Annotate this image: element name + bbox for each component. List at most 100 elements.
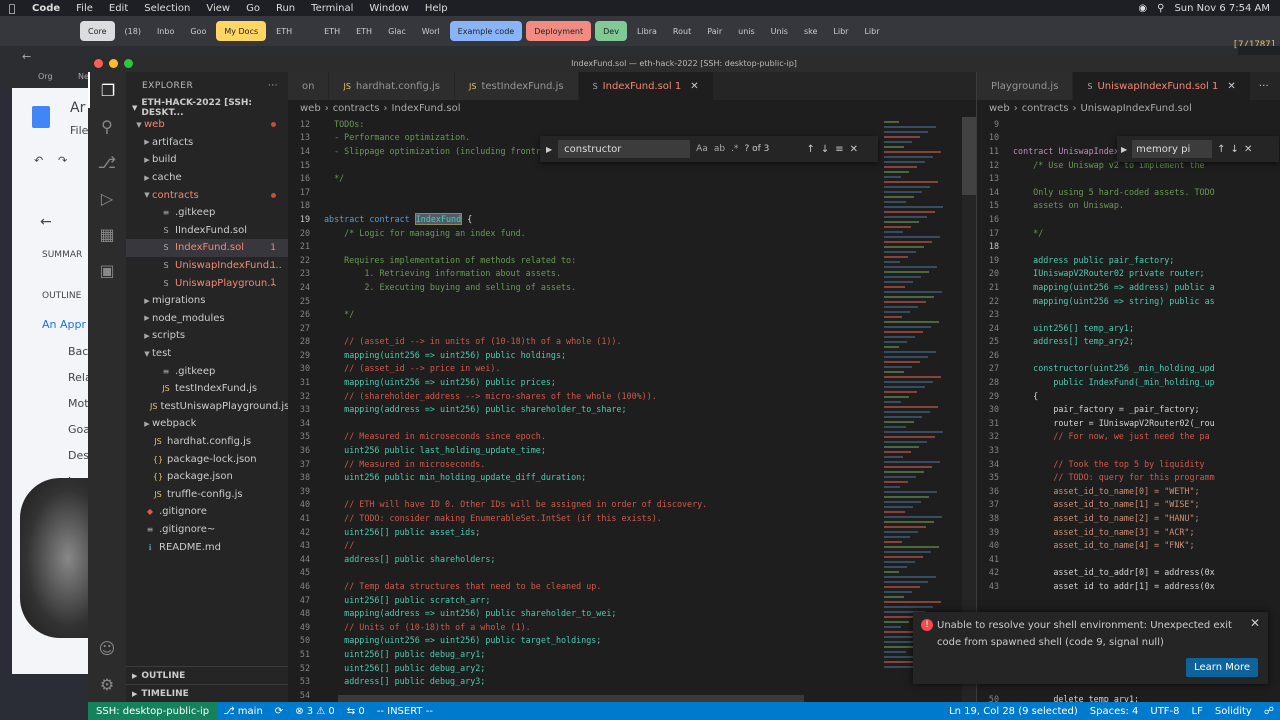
bookmark-org[interactable]: Org [38,72,53,81]
browser-tab[interactable]: Inbo [151,21,180,41]
git-branch[interactable]: ⎇ main [217,706,269,717]
source-control-icon[interactable]: ⎇ [88,144,126,180]
tree-item[interactable]: ▶ node_modules [126,310,288,328]
editor-tab[interactable]: S IndexFund.sol 1 ✕ [578,72,714,100]
tree-item[interactable]: S UniswapIndexFund.... 1 [126,257,288,275]
tree-item[interactable]: {} package-lock.json [126,450,288,468]
tree-item[interactable]: JS testIndexFund.js [126,380,288,398]
browser-tab[interactable]: Worl [416,21,446,41]
account-icon[interactable]: ☺ [88,630,126,666]
next-match-icon[interactable]: ↓ [1231,144,1239,155]
tree-item[interactable]: {} package.json [126,468,288,486]
maximize-window-icon[interactable] [124,59,133,68]
tree-item[interactable]: S IndexFund.sol 1 [126,239,288,257]
sync-icon[interactable]: ⟳ [269,706,289,717]
close-notification-icon[interactable]: ✕ [1250,616,1260,630]
browser-tab[interactable]: ETH [318,21,346,41]
doc-file-menu[interactable]: File [70,124,88,137]
browser-tab[interactable]: Unis [765,21,794,41]
tree-item[interactable]: ▶ migrations [126,292,288,310]
toggle-replace-icon[interactable]: ▶ [546,145,552,154]
tab-group-label[interactable]: Example code [449,21,523,41]
tree-item[interactable]: ▶ webpack [126,415,288,433]
editor-tab[interactable]: Playground.js [977,72,1074,100]
tree-item[interactable]: ▶ artifacts [126,134,288,152]
extensions-icon[interactable]: ▦ [88,216,126,252]
tree-item[interactable]: ▼ web [126,116,288,134]
breadcrumb-item[interactable]: web [989,103,1010,114]
clock[interactable]: Sun Nov 6 7:54 AM [1174,3,1270,14]
back-arrow-icon[interactable]: ← [40,214,52,230]
ports-indicator[interactable]: ⇆ 0 [341,706,371,717]
menu-view[interactable]: View [198,3,238,14]
horizontal-scrollbar[interactable] [338,695,804,702]
tree-item[interactable]: ▼ test [126,345,288,363]
search-icon[interactable]: ⚲ [88,108,126,144]
workspace-root[interactable]: ▼ ETH-HACK-2022 [SSH: DESKT... [126,98,288,118]
app-menu[interactable]: Code [24,3,68,14]
close-tab-icon[interactable]: ✕ [690,81,698,92]
editor-tab[interactable]: S UniswapIndexFund.sol 1 ✕ [1073,72,1251,100]
tree-item[interactable]: ≡ .gitkeep [126,204,288,222]
breadcrumb-item[interactable]: UniswapIndexFund.sol [1080,103,1191,114]
remote-explorer-icon[interactable]: ▣ [88,252,126,288]
browser-tab[interactable]: Glac [382,21,412,41]
find-in-selection-icon[interactable]: ≡ [835,144,843,155]
code-editor-right[interactable]: 9 10 11 contract UniswapIndexFund is IndexF… [977,117,1280,593]
previous-match-icon[interactable]: ↑ [806,144,814,155]
tree-item[interactable]: ▶ build [126,151,288,169]
find-input-right[interactable]: memory pi [1132,140,1213,158]
problems-indicator[interactable]: ⊗ 3 ⚠ 0 [289,706,341,717]
tab-group-label[interactable]: Deployment [526,21,592,41]
doc-outline-heading[interactable]: An Appr [42,318,86,331]
back-icon[interactable]: ← [22,50,31,63]
breadcrumb-item[interactable]: IndexFund.sol [391,103,460,114]
menu-help[interactable]: Help [417,3,456,14]
tree-item[interactable]: S UniswapPlaygroun... 1 [126,274,288,292]
tab-group-label[interactable]: Dev [595,21,627,41]
run-debug-icon[interactable]: ▷ [88,180,126,216]
browser-tab[interactable]: ETH [270,21,298,41]
browser-tab[interactable]: unis [732,21,761,41]
tab-group-label[interactable]: Core [80,21,115,41]
menu-terminal[interactable]: Terminal [303,3,361,14]
close-find-icon[interactable]: ✕ [850,144,858,155]
regex-toggle[interactable]: .* [731,144,738,154]
indentation[interactable]: Spaces: 4 [1084,706,1145,717]
find-input[interactable]: constructor [558,140,691,158]
editor-actions-icon[interactable]: … [1251,72,1277,100]
tree-item[interactable]: ▶ cache [126,169,288,187]
tree-item[interactable]: JS hardhat.config.js [126,433,288,451]
browser-tab[interactable] [302,21,314,41]
browser-tab[interactable]: ETH [350,21,378,41]
browser-tab[interactable]: ske [798,21,823,41]
end-of-line[interactable]: LF [1186,706,1209,717]
tree-item[interactable]: JS testUniswapPlayground.js [126,398,288,416]
apple-icon[interactable]:  [0,2,24,15]
learn-more-button[interactable]: Learn More [1186,658,1258,677]
minimize-window-icon[interactable] [109,59,118,68]
editor-tab[interactable]: JS hardhat.config.js [329,72,455,100]
next-match-icon[interactable]: ↓ [821,144,829,155]
breadcrumb-item[interactable]: web [300,103,321,114]
menu-go[interactable]: Go [238,3,268,14]
editor-tab[interactable]: on [288,72,330,100]
tree-item[interactable]: ≡ .gitignore~ [126,521,288,539]
tree-item[interactable]: S IIndexFund.sol [126,222,288,240]
tree-item[interactable]: ◆ .gitignore [126,503,288,521]
browser-tab[interactable]: Libr [858,21,885,41]
breadcrumb-item[interactable]: contracts [1022,103,1069,114]
close-window-icon[interactable] [94,59,103,68]
browser-tab[interactable]: Goo [184,21,212,41]
undo-icon[interactable]: ↶ [34,154,43,167]
browser-tab[interactable]: Libra [631,21,663,41]
tab-group-label[interactable]: My Docs [216,21,267,41]
tree-item[interactable]: ≡ .gitkeep [126,362,288,380]
editor-tab[interactable]: JS testIndexFund.js [455,72,579,100]
breadcrumb-item[interactable]: contracts [333,103,380,114]
menu-selection[interactable]: Selection [136,3,198,14]
close-find-icon[interactable]: ✕ [1244,144,1252,155]
cursor-position[interactable]: Ln 19, Col 28 (9 selected) [943,706,1084,717]
browser-tab[interactable]: Libr [827,21,854,41]
code-editor[interactable]: 12 TODOs: 13 - Performance optimization. 1… [288,117,976,702]
